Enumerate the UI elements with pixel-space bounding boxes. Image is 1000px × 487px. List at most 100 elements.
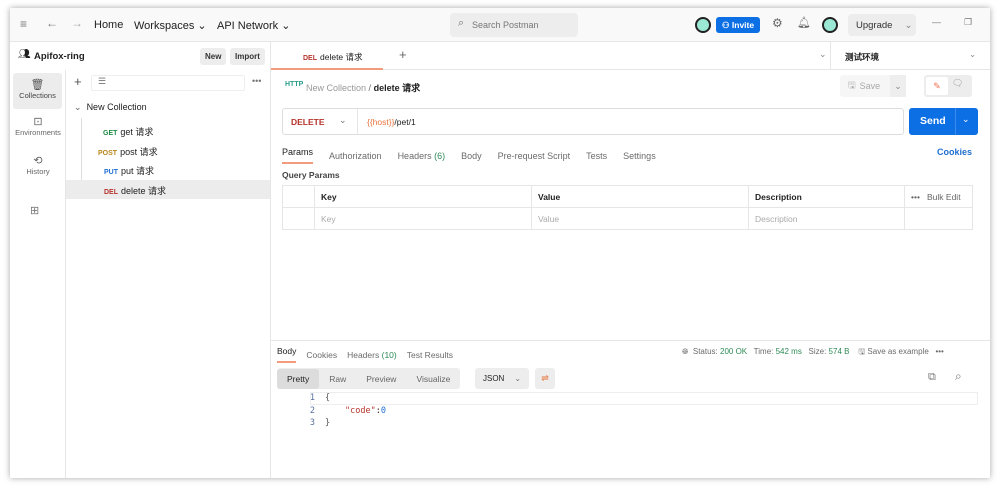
cookies-link[interactable]: Cookies xyxy=(937,147,972,157)
tabs-dropdown-icon[interactable]: ⌄ xyxy=(819,49,827,60)
breadcrumb-collection[interactable]: New Collection xyxy=(306,83,366,93)
collection-name: New Collection xyxy=(86,102,147,112)
search-input[interactable]: ⌕ Search Postman xyxy=(450,13,578,37)
back-arrow-icon[interactable]: ← xyxy=(46,16,58,30)
minimize-icon[interactable]: — xyxy=(932,17,941,27)
invite-label: Invite xyxy=(731,20,755,30)
query-params-title: Query Params xyxy=(282,170,340,180)
tab-tests[interactable]: Tests xyxy=(586,151,607,161)
collection-item[interactable]: ⌄ New Collection xyxy=(74,102,147,113)
copy-icon[interactable]: ⧉ xyxy=(928,371,936,384)
request-name: post 请求 xyxy=(120,146,158,157)
column-header: Key xyxy=(314,185,532,208)
chevron-down-icon[interactable]: ⌄ xyxy=(955,108,970,135)
url-path: /pet/1 xyxy=(394,117,416,127)
request-tab[interactable]: DEL delete 请求 xyxy=(271,42,383,70)
view-mode-group: Pretty Raw Preview Visualize xyxy=(277,368,461,389)
rail-environments[interactable]: ⊡ Environments xyxy=(10,115,66,137)
save-label: Save xyxy=(859,81,881,91)
more-icon[interactable]: ••• xyxy=(252,76,261,86)
bell-icon[interactable]: 🔔︎ xyxy=(797,16,811,29)
table-header-row: Key Value Description ••• Bulk Edit xyxy=(282,185,973,208)
forward-arrow-icon[interactable]: → xyxy=(71,16,83,30)
tab-label: Body xyxy=(277,346,297,356)
profile-avatar[interactable] xyxy=(822,17,838,33)
add-icon[interactable]: + xyxy=(74,74,82,89)
response-meta: 🌐︎ Status: 200 OK Time: 542 ms Size: 574… xyxy=(682,346,944,360)
active-line-highlight xyxy=(310,392,978,405)
sidebar-header: 👥︎ Apifox-ring New Import xyxy=(10,42,271,70)
restore-icon[interactable]: ❐ xyxy=(964,17,972,28)
tab-label: Body xyxy=(461,150,482,161)
new-button[interactable]: New xyxy=(200,48,227,65)
empty-cell xyxy=(904,207,973,230)
upgrade-button[interactable]: Upgrade ⌄ xyxy=(848,14,916,36)
home-link[interactable]: Home xyxy=(94,19,123,31)
time-value[interactable]: 542 ms xyxy=(776,347,802,356)
key-input[interactable]: Key xyxy=(314,207,532,230)
search-icon[interactable]: ⌕ xyxy=(955,369,962,384)
menu-icon[interactable]: ≡ xyxy=(20,17,27,31)
url-input[interactable]: {{host}}/pet/1 xyxy=(367,117,416,127)
workspaces-menu[interactable]: Workspaces ⌄ xyxy=(134,19,207,32)
status-value[interactable]: 200 OK xyxy=(720,347,747,356)
breadcrumb-separator: / xyxy=(368,83,372,93)
invite-button[interactable]: ⚇ Invite xyxy=(716,17,760,33)
value-input[interactable]: Value xyxy=(531,207,749,230)
request-item[interactable]: PUT put 请求 xyxy=(66,160,270,180)
tab-settings[interactable]: Settings xyxy=(623,151,656,161)
filter-input[interactable]: ☰ xyxy=(91,75,245,91)
new-tab-icon[interactable]: + xyxy=(399,47,407,62)
save-button[interactable]: 🖫 Save ⌄ xyxy=(840,75,906,97)
tab-body[interactable]: Body xyxy=(461,151,482,161)
view-pretty[interactable]: Pretty xyxy=(277,368,320,389)
tab-pre-request-script[interactable]: Pre-request Script xyxy=(498,151,571,161)
tab-label: Headers xyxy=(347,349,380,360)
code-line: 2 "code": 0 xyxy=(285,406,386,419)
comment-icon[interactable]: 🗨︎ xyxy=(952,78,963,89)
response-tabs: Body Cookies Headers (10) Test Results xyxy=(277,346,463,363)
response-tab-test-results[interactable]: Test Results xyxy=(407,350,453,360)
pencil-icon[interactable]: ✎ xyxy=(926,77,948,95)
checkbox-cell xyxy=(282,185,315,208)
tab-label: Test Results xyxy=(406,349,454,360)
view-preview[interactable]: Preview xyxy=(356,369,406,389)
avatar[interactable] xyxy=(695,17,711,33)
request-item[interactable]: GET get 请求 xyxy=(66,121,270,141)
send-label: Send xyxy=(920,115,946,127)
size-value[interactable]: 574 B xyxy=(829,347,850,356)
environment-selector[interactable]: 测试环境 ⌄ xyxy=(830,42,990,70)
format-select[interactable]: JSON ⌄ xyxy=(475,368,529,389)
rail-history[interactable]: ⟲ History xyxy=(10,154,66,176)
import-button[interactable]: Import xyxy=(230,48,265,65)
view-raw[interactable]: Raw xyxy=(319,369,356,389)
bulk-edit-button[interactable]: ••• Bulk Edit xyxy=(904,185,973,208)
request-item[interactable]: DEL delete 请求 xyxy=(66,179,270,199)
rail-collections[interactable]: 🗑︎ Collections xyxy=(13,73,62,109)
more-icon[interactable]: ••• xyxy=(935,347,943,356)
send-button[interactable]: Send ⌄ xyxy=(909,108,978,135)
chevron-down-icon: ⌄ xyxy=(890,75,906,97)
checkbox-cell[interactable] xyxy=(282,207,315,230)
api-network-menu[interactable]: API Network ⌄ xyxy=(217,19,290,32)
tab-authorization[interactable]: Authorization xyxy=(329,151,382,161)
json-key: "code" xyxy=(345,405,376,416)
response-tab-body[interactable]: Body xyxy=(277,346,297,363)
wrap-lines-icon[interactable]: ⇌ xyxy=(535,368,555,389)
tab-headers[interactable]: Headers (6) xyxy=(398,151,446,161)
tab-params[interactable]: Params xyxy=(282,147,314,164)
response-tab-headers[interactable]: Headers (10) xyxy=(347,350,397,360)
globe-icon: 🌐︎ xyxy=(682,347,689,356)
request-item[interactable]: POST post 请求 xyxy=(66,141,270,161)
description-input[interactable]: Description xyxy=(748,207,905,230)
save-example-button[interactable]: 🖫 Save as example xyxy=(858,347,928,356)
response-body[interactable]: 1{2 "code": 0 3} xyxy=(285,393,386,431)
method-select[interactable]: DELETE ⌄ xyxy=(283,109,358,134)
apps-icon[interactable]: ⊞ xyxy=(30,204,39,217)
response-tab-cookies[interactable]: Cookies xyxy=(306,350,337,360)
json-brace: { xyxy=(325,393,331,403)
tab-label: Authorization xyxy=(329,150,382,161)
method-badge: PUT xyxy=(104,169,118,176)
view-visualize[interactable]: Visualize xyxy=(406,369,460,389)
gear-icon[interactable]: ⚙ xyxy=(772,16,783,30)
